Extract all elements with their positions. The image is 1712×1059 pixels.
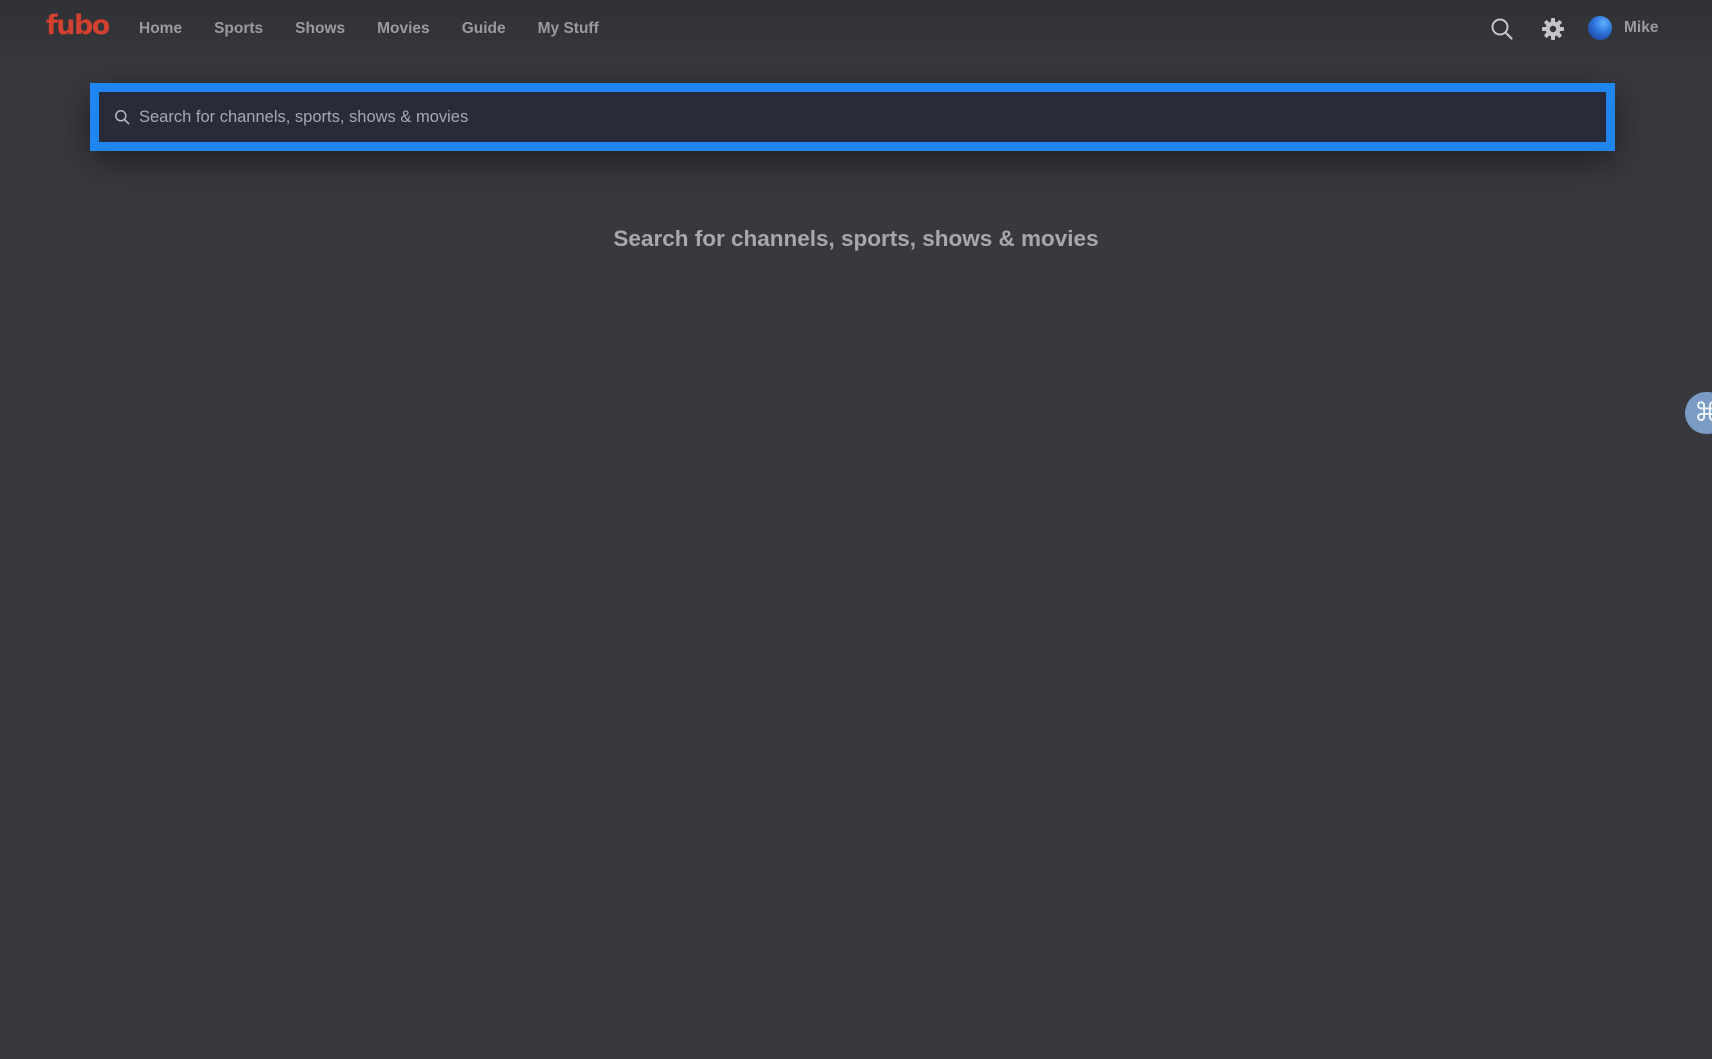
search-icon (114, 109, 130, 125)
search-bar-focus-frame (90, 83, 1615, 151)
search-input[interactable] (139, 92, 1586, 142)
gear-icon[interactable] (1541, 17, 1565, 41)
main-nav: Home Sports Shows Movies Guide My Stuff (139, 0, 631, 58)
nav-item-my-stuff[interactable]: My Stuff (538, 20, 599, 38)
search-icon[interactable] (1490, 17, 1514, 41)
empty-state-title: Search for channels, sports, shows & mov… (613, 226, 1099, 251)
command-icon[interactable]: ⌘ (1685, 392, 1712, 434)
fubo-logo[interactable]: fubo (46, 10, 110, 41)
page: fubo Home Sports Shows Movies Guide My S… (0, 0, 1712, 1059)
nav-item-shows[interactable]: Shows (295, 20, 345, 38)
search-bar[interactable] (99, 92, 1606, 142)
top-navigation-bar: fubo Home Sports Shows Movies Guide My S… (0, 0, 1712, 58)
avatar[interactable] (1588, 16, 1612, 40)
user-name[interactable]: Mike (1624, 19, 1658, 37)
nav-item-guide[interactable]: Guide (462, 20, 506, 38)
nav-item-home[interactable]: Home (139, 20, 182, 38)
nav-item-sports[interactable]: Sports (214, 20, 263, 38)
nav-item-movies[interactable]: Movies (377, 20, 430, 38)
